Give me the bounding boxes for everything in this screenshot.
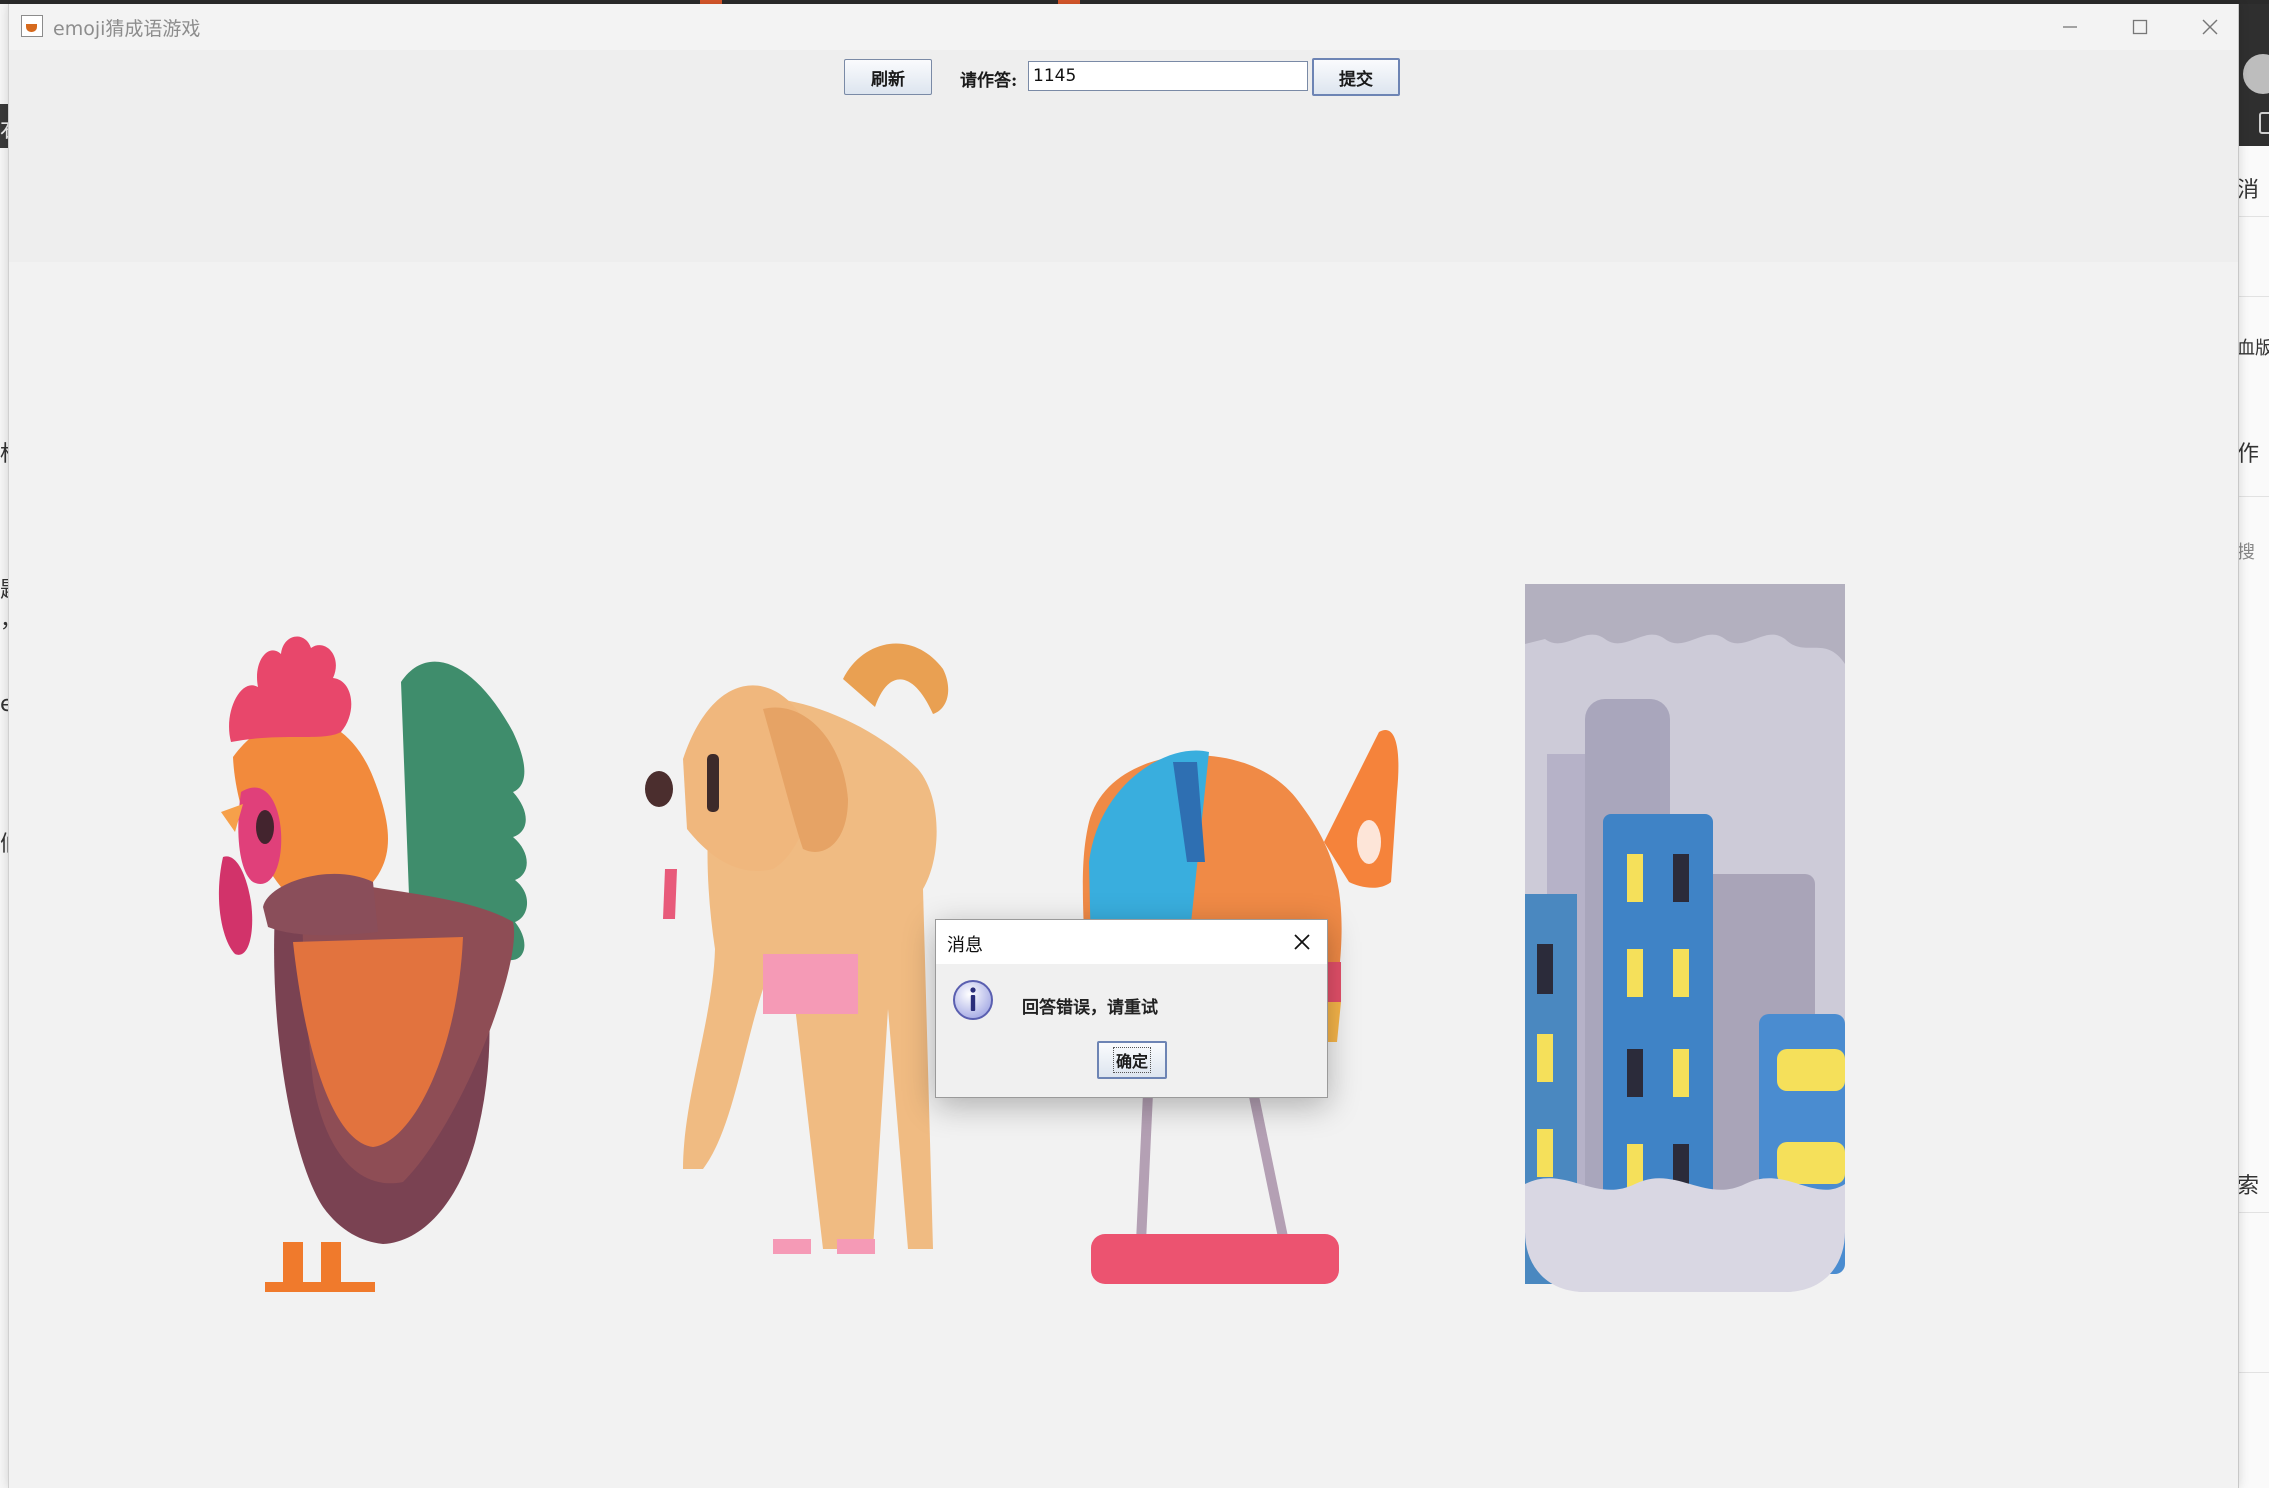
answer-input[interactable] — [1028, 61, 1308, 91]
background-text-fragment: 作 — [2237, 442, 2260, 467]
divider — [2237, 296, 2269, 297]
maximize-icon — [2132, 19, 2148, 35]
minimize-icon — [2063, 26, 2077, 28]
answer-label: 请作答: — [960, 71, 1018, 91]
cityscape-emoji — [1525, 584, 1845, 1292]
dialog-close-button[interactable] — [1287, 927, 1317, 957]
background-text-fragment: 搜 — [2237, 542, 2255, 563]
background-right-strip: 消 血版 作 搜 索 — [2237, 4, 2269, 1488]
dialog-title: 消息 — [947, 935, 983, 956]
dog-emoji — [643, 629, 963, 1279]
message-dialog: 消息 回答错误，请重试 确定 — [935, 919, 1328, 1098]
close-button[interactable] — [2175, 4, 2245, 50]
background-text-fragment: 血版 — [2237, 338, 2269, 359]
submit-button[interactable]: 提交 — [1312, 58, 1400, 96]
rooster-emoji — [213, 582, 543, 1292]
maximize-button[interactable] — [2105, 4, 2175, 50]
refresh-button[interactable]: 刷新 — [844, 59, 932, 95]
divider — [2237, 216, 2269, 217]
minimize-button[interactable] — [2035, 4, 2105, 50]
toolbar: 刷新 请作答: 提交 — [9, 50, 2238, 262]
divider — [2237, 1372, 2269, 1373]
ok-button[interactable]: 确定 — [1097, 1041, 1167, 1079]
dialog-title-bar[interactable]: 消息 — [936, 920, 1327, 964]
close-icon — [1294, 934, 1310, 950]
java-app-icon — [21, 15, 43, 37]
title-bar[interactable]: emoji猜成语游戏 — [9, 4, 2238, 51]
info-icon — [953, 980, 993, 1020]
divider — [2237, 496, 2269, 497]
close-icon — [2202, 19, 2218, 35]
background-text-fragment: 消 — [2237, 178, 2260, 203]
dialog-message: 回答错误，请重试 — [1022, 998, 1158, 1018]
window-title: emoji猜成语游戏 — [53, 18, 201, 40]
divider — [2237, 1212, 2269, 1213]
emoji-puzzle-area: 消息 回答错误，请重试 确定 — [9, 262, 2238, 1488]
window-icon — [2259, 112, 2269, 134]
background-text-fragment: 索 — [2237, 1174, 2260, 1199]
ok-button-label: 确定 — [1112, 1047, 1152, 1073]
game-window: emoji猜成语游戏 刷新 请作答: 提交 — [8, 4, 2239, 1488]
